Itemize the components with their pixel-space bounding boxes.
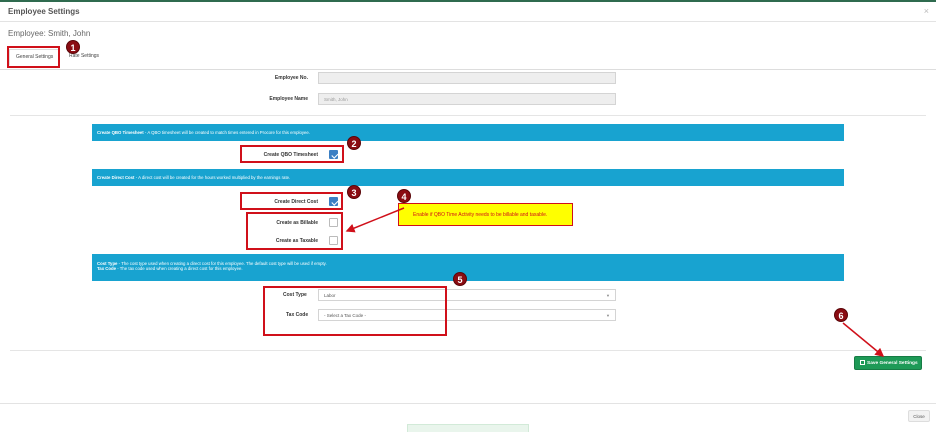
chevron-down-icon: ▼ xyxy=(606,293,610,298)
cost-type-tax-code-banner: Cost Type - The cost type used when crea… xyxy=(92,254,844,281)
direct-cost-banner-title: Create Direct Cost xyxy=(97,175,135,180)
step-marker-3: 3 xyxy=(347,185,361,199)
step-marker-4: 4 xyxy=(397,189,411,203)
annotation-note: Enable if QBO Time Activity needs to be … xyxy=(398,203,573,226)
employee-label: Employee: Smith, John xyxy=(8,29,91,38)
highlight-qbo-timesheet xyxy=(240,145,344,163)
employee-name-row: Employee Name Smith, John xyxy=(0,93,936,107)
modal-footer-divider xyxy=(0,403,936,404)
close-button[interactable]: Close xyxy=(908,410,930,422)
modal-header: Employee Settings × xyxy=(0,2,936,22)
save-icon xyxy=(860,360,865,365)
qbo-timesheet-banner-title: Create QBO Timesheet xyxy=(97,130,144,135)
tax-code-banner-text: - The tax code used when creating a dire… xyxy=(116,266,243,271)
employee-name-label: Employee Name xyxy=(269,96,308,102)
save-button-label: Save General Settings xyxy=(867,361,918,366)
step-marker-2: 2 xyxy=(347,136,361,150)
employee-no-label: Employee No. xyxy=(274,75,308,81)
settings-tabs: General Settings Rate Settings xyxy=(0,44,936,70)
highlight-cost-type-tax-code xyxy=(263,286,447,336)
chevron-down-icon: ▼ xyxy=(606,313,610,318)
notification-toast xyxy=(407,424,529,432)
qbo-timesheet-banner-text: - A QBO timesheet will be created to mat… xyxy=(143,130,310,135)
step-marker-1: 1 xyxy=(66,40,80,54)
save-general-settings-button[interactable]: Save General Settings xyxy=(854,356,922,370)
direct-cost-banner-text: - A direct cost will be created for the … xyxy=(134,175,291,180)
qbo-timesheet-banner: Create QBO Timesheet - A QBO timesheet w… xyxy=(92,124,844,141)
employee-name-field: Smith, John xyxy=(318,93,616,105)
direct-cost-banner: Create Direct Cost - A direct cost will … xyxy=(92,169,844,186)
highlight-general-tab xyxy=(7,46,60,68)
section-divider xyxy=(10,350,926,351)
tax-code-banner-line: Tax Code - The tax code used when creati… xyxy=(97,266,839,271)
arrow-to-save-button xyxy=(842,322,885,357)
employee-no-row: Employee No. xyxy=(0,72,936,86)
tax-code-banner-title: Tax Code xyxy=(97,266,117,271)
highlight-billable-taxable xyxy=(246,212,343,250)
highlight-direct-cost xyxy=(240,192,343,210)
close-icon[interactable]: × xyxy=(924,6,929,16)
employee-no-field xyxy=(318,72,616,84)
step-marker-6: 6 xyxy=(834,308,848,322)
step-marker-5: 5 xyxy=(453,272,467,286)
section-divider xyxy=(10,115,926,116)
modal-title: Employee Settings xyxy=(8,7,80,16)
